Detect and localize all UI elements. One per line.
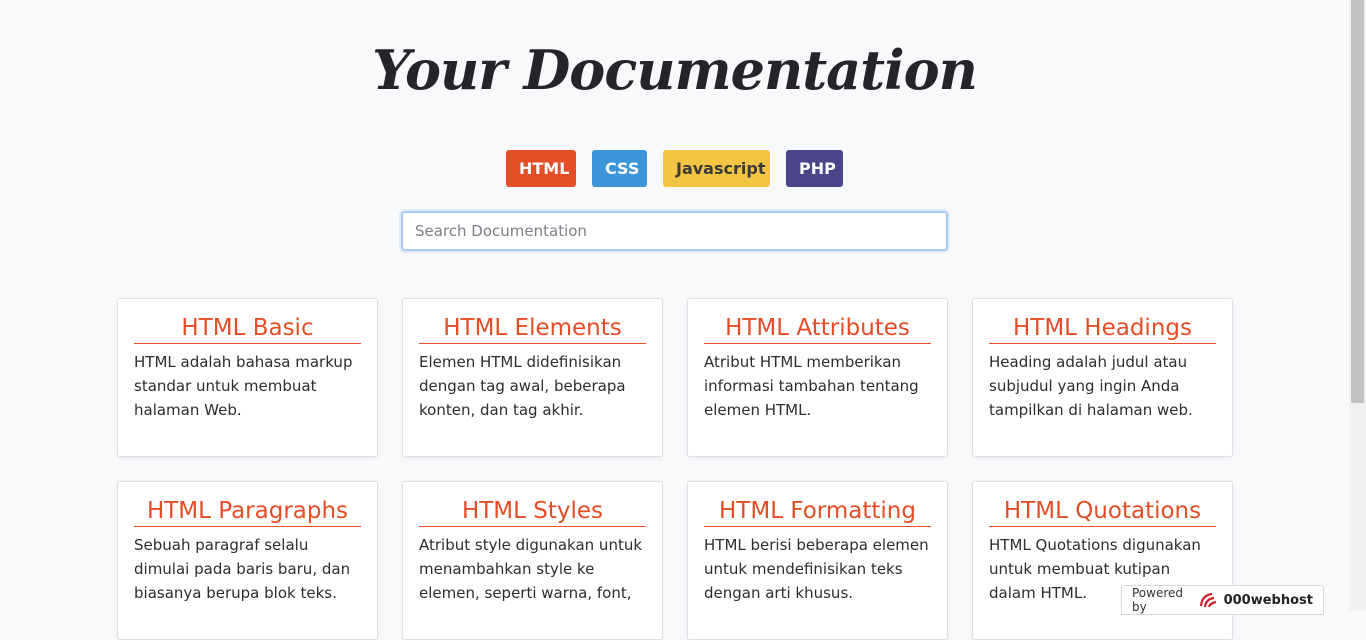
card-title[interactable]: HTML Styles <box>419 496 646 527</box>
html-button[interactable]: HTML <box>506 150 576 187</box>
card-description: Elemen HTML didefinisikan dengan tag awa… <box>419 353 626 419</box>
card-title[interactable]: HTML Elements <box>419 313 646 344</box>
powered-by-label: Powered by <box>1132 586 1184 614</box>
search-container <box>401 211 948 251</box>
webhost-logo-icon <box>1198 591 1220 609</box>
doc-card-html-styles[interactable]: HTML Styles Atribut style digunakan untu… <box>402 481 663 640</box>
doc-card-html-formatting[interactable]: HTML Formatting HTML berisi beberapa ele… <box>687 481 948 640</box>
doc-card-html-headings[interactable]: HTML Headings Heading adalah judul atau … <box>972 298 1233 457</box>
doc-card-html-paragraphs[interactable]: HTML Paragraphs Sebuah paragraf selalu d… <box>117 481 378 640</box>
card-description: Sebuah paragraf selalu dimulai pada bari… <box>134 536 351 602</box>
card-title[interactable]: HTML Quotations <box>989 496 1216 527</box>
doc-card-html-quotations[interactable]: HTML Quotations HTML Quotations digunaka… <box>972 481 1233 640</box>
css-button[interactable]: CSS <box>592 150 647 187</box>
card-title[interactable]: HTML Headings <box>989 313 1216 344</box>
php-button[interactable]: PHP <box>786 150 843 187</box>
card-description: HTML berisi beberapa elemen untuk mendef… <box>704 536 929 602</box>
scrollbar-thumb[interactable] <box>1351 0 1364 403</box>
doc-card-html-attributes[interactable]: HTML Attributes Atribut HTML memberikan … <box>687 298 948 457</box>
card-description: Atribut HTML memberikan informasi tambah… <box>704 353 919 419</box>
card-description: Heading adalah judul atau subjudul yang … <box>989 353 1193 419</box>
page-scrollbar[interactable] <box>1349 0 1366 611</box>
doc-card-html-elements[interactable]: HTML Elements Elemen HTML didefinisikan … <box>402 298 663 457</box>
documentation-card-grid: HTML Basic HTML adalah bahasa markup sta… <box>117 298 1233 640</box>
card-description: HTML adalah bahasa markup standar untuk … <box>134 353 353 419</box>
card-title[interactable]: HTML Basic <box>134 313 361 344</box>
webhost-brand: 000webhost <box>1223 592 1313 608</box>
doc-card-html-basic[interactable]: HTML Basic HTML adalah bahasa markup sta… <box>117 298 378 457</box>
search-input[interactable] <box>401 211 948 251</box>
page-title: Your Documentation <box>372 38 978 102</box>
language-filter-bar: HTML CSS Javascript PHP <box>0 150 1349 187</box>
card-title[interactable]: HTML Paragraphs <box>134 496 361 527</box>
card-title[interactable]: HTML Attributes <box>704 313 931 344</box>
card-title[interactable]: HTML Formatting <box>704 496 931 527</box>
javascript-button[interactable]: Javascript <box>663 150 770 187</box>
card-description: Atribut style digunakan untuk menambahka… <box>419 536 643 602</box>
